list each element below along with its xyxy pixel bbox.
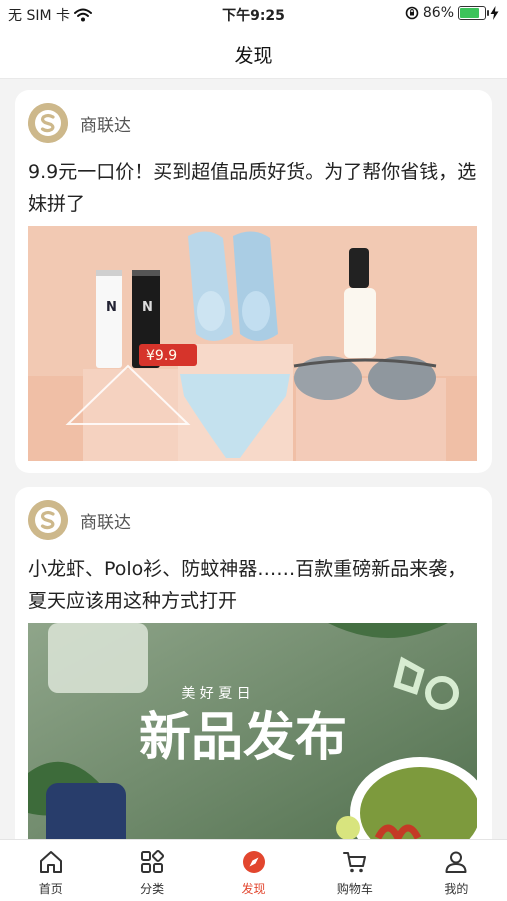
tab-label: 首页 (38, 882, 63, 896)
banner-subtitle: 美 好 夏 日 (181, 686, 250, 702)
tab-label: 购物车 (336, 882, 373, 896)
tab-mine[interactable]: 我的 (406, 840, 507, 901)
svg-text:N: N (142, 300, 153, 315)
page-title: 发现 (234, 45, 273, 67)
tab-discover[interactable]: 发现 (203, 840, 304, 901)
category-icon (141, 849, 165, 873)
tab-home[interactable]: 首页 (0, 840, 101, 901)
svg-text:N: N (106, 300, 117, 315)
author-row[interactable]: 商联达 (28, 499, 131, 541)
article-cover-image[interactable]: N N ¥9.9 (28, 226, 477, 461)
user-icon (445, 851, 467, 873)
charging-icon (490, 6, 499, 20)
brand-logo-icon (28, 500, 68, 540)
feed-card[interactable]: 商联达 小龙虾、Polo衫、防蚊神器……百款重磅新品来袭，夏天应该用这种方式打开 (15, 487, 492, 839)
compass-icon (242, 851, 265, 873)
battery-level (460, 8, 479, 18)
battery-percent: 86% (422, 5, 454, 21)
cart-icon (342, 852, 366, 873)
avatar[interactable] (28, 500, 68, 540)
tab-category[interactable]: 分类 (101, 840, 202, 901)
brand-logo-icon (28, 103, 68, 143)
article-title[interactable]: 9.9元一口价！买到超值品质好货。为了帮你省钱，选妹拼了 (28, 156, 478, 220)
tab-cart[interactable]: 购物车 (304, 840, 405, 901)
orientation-lock-icon (405, 6, 419, 20)
tab-label: 发现 (241, 882, 266, 896)
article-title[interactable]: 小龙虾、Polo衫、防蚊神器……百款重磅新品来袭，夏天应该用这种方式打开 (28, 553, 478, 617)
battery-icon (458, 6, 489, 20)
banner-title: 新品发布 (139, 708, 347, 768)
author-name[interactable]: 商联达 (80, 508, 131, 533)
new-products-banner: 美 好 夏 日 新品发布 (28, 623, 477, 839)
products-photo: N N ¥9.9 (28, 226, 477, 461)
tab-label: 分类 (140, 882, 165, 896)
feed-card[interactable]: 商联达 9.9元一口价！买到超值品质好货。为了帮你省钱，选妹拼了 N N ¥9.… (15, 90, 492, 473)
discover-feed[interactable]: 商联达 9.9元一口价！买到超值品质好货。为了帮你省钱，选妹拼了 N N ¥9.… (0, 79, 507, 839)
home-icon (39, 851, 62, 873)
status-right: 86% (405, 5, 499, 21)
status-bar: 无 SIM 卡 下午9:25 86% (0, 0, 507, 28)
nav-bar: 发现 (0, 28, 507, 79)
tab-label: 我的 (444, 882, 469, 896)
author-name[interactable]: 商联达 (80, 111, 131, 136)
author-row[interactable]: 商联达 (28, 102, 131, 144)
price-tag: ¥9.9 (146, 348, 177, 364)
tab-bar: 首页 分类 发现 购物车 我的 (0, 839, 507, 901)
article-cover-image[interactable]: 美 好 夏 日 新品发布 (28, 623, 477, 839)
avatar[interactable] (28, 103, 68, 143)
